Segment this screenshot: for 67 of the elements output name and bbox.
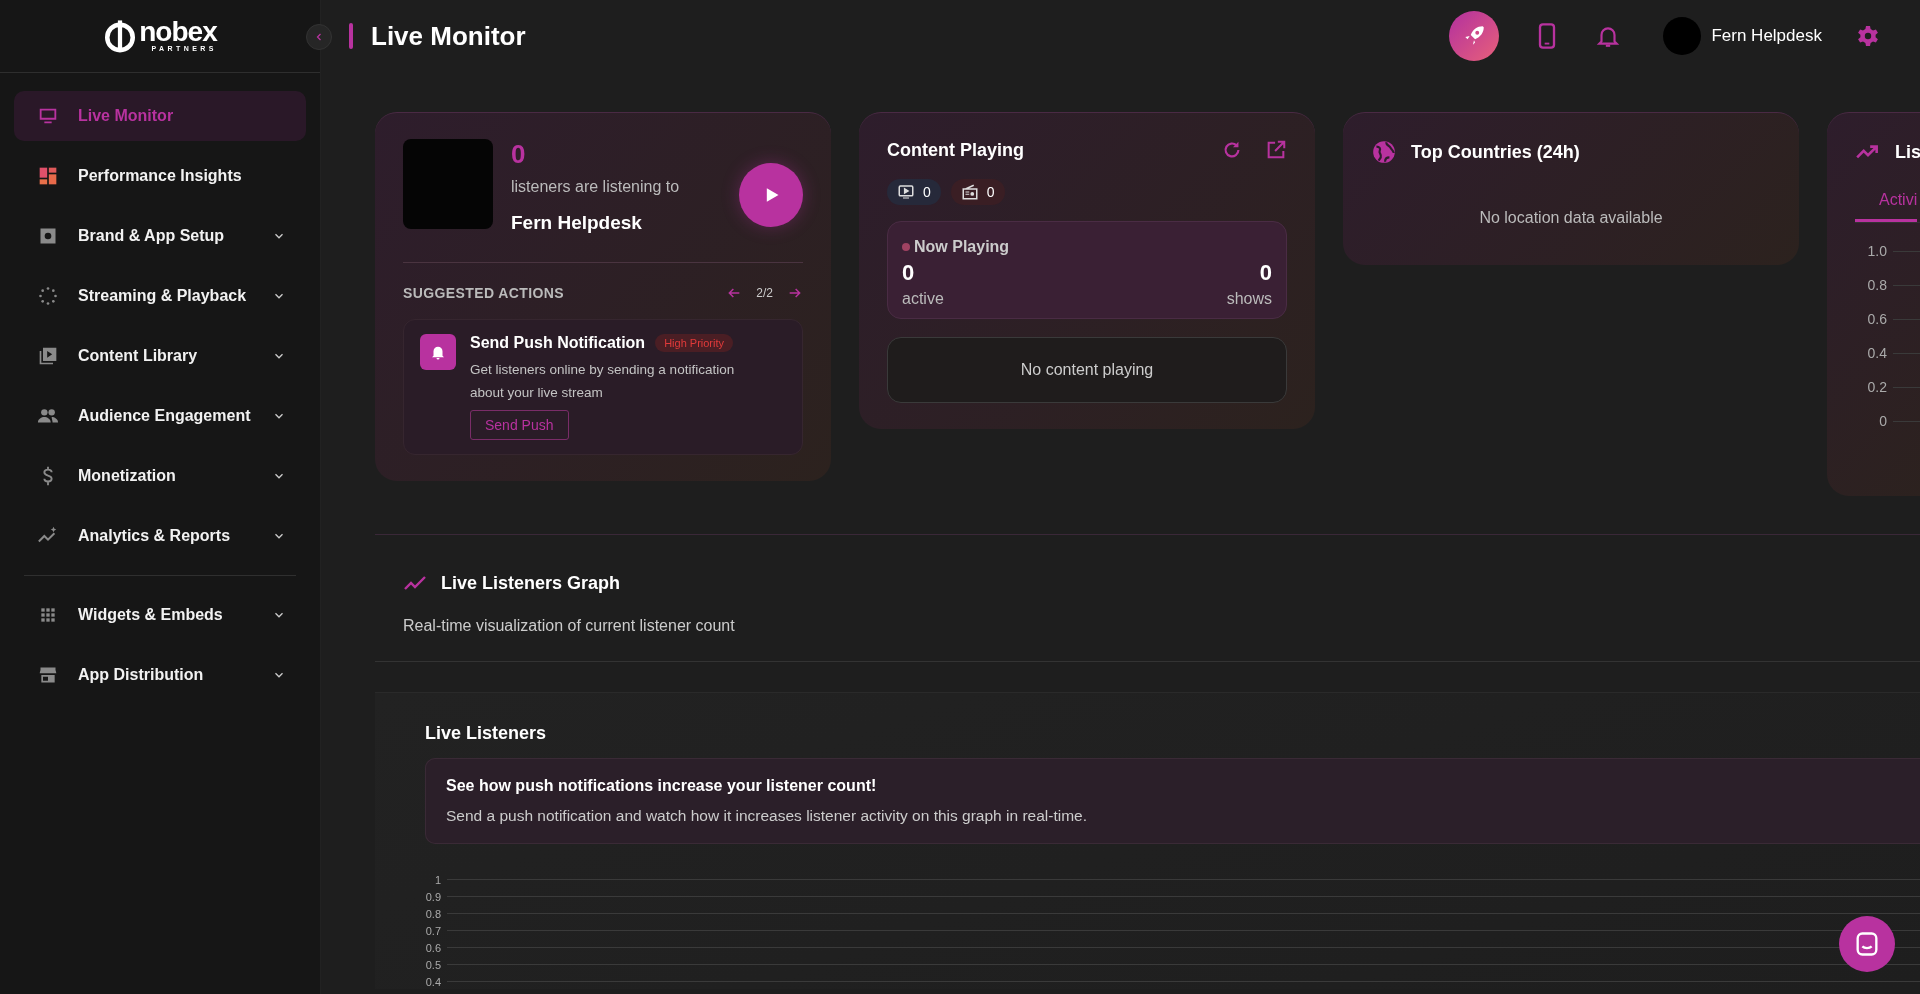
user-menu[interactable]: Fern Helpdesk (1663, 17, 1822, 55)
priority-badge: High Priority (655, 334, 734, 352)
suggested-actions-heading: SUGGESTED ACTIONS (403, 285, 566, 301)
axis-label: 0.2 (1866, 379, 1887, 395)
axis-label: 0.9 (425, 890, 441, 903)
nav-item[interactable]: Audience Engagement (14, 391, 306, 441)
radio-count-chip: 0 (950, 179, 1005, 205)
axis-label: 0 (1878, 413, 1887, 429)
active-count: 0 (902, 260, 916, 286)
external-link-icon (1265, 139, 1287, 161)
nav-item[interactable]: Analytics & Reports (14, 511, 306, 561)
tip-text: Send a push notification and watch how it increases listener activity on this graph in real-time. (446, 807, 1088, 825)
avatar (1663, 17, 1702, 55)
empty-content-message: No content playing (887, 337, 1287, 403)
axis-label: 0.6 (1866, 311, 1887, 327)
shows-label: shows (1226, 290, 1272, 308)
video-library-icon (38, 346, 58, 366)
axis-label: 1 (433, 873, 441, 886)
nav-item[interactable]: Brand & App Setup (14, 211, 306, 261)
axis-label: 0.4 (1866, 345, 1887, 361)
nav-item[interactable]: Streaming & Playback (14, 271, 306, 321)
grid-icon (38, 605, 58, 625)
card-title: Lis (1895, 141, 1920, 163)
play-button[interactable] (739, 163, 803, 227)
axis-label: 0.7 (425, 924, 441, 937)
nav-item[interactable]: Performance Insights (14, 151, 306, 201)
logo-wordmark: nobex (139, 19, 217, 45)
section-subtitle: Real-time visualization of current listener count (403, 617, 736, 635)
action-title: Send Push Notification (470, 334, 646, 352)
nav-item[interactable]: App Distribution (14, 650, 306, 700)
shows-count: 0 (1258, 260, 1272, 286)
axis-label: 0.8 (1866, 277, 1887, 293)
status-dot (902, 243, 910, 251)
nav-item[interactable]: Widgets & Embeds (14, 590, 306, 640)
axis-label: 0.5 (425, 958, 441, 971)
page-title: Live Monitor (371, 20, 527, 52)
tip-title: See how push notifications increase your listener count! (446, 777, 878, 795)
store-icon (38, 665, 58, 685)
empty-location-message: No location data available (1478, 209, 1664, 227)
station-name: Fern Helpdesk (511, 212, 643, 234)
globe-icon (1371, 139, 1397, 165)
now-playing-label: Now Playing (914, 238, 1010, 256)
card-title: Top Countries (24h) (1411, 141, 1581, 163)
section-title: Live Listeners Graph (441, 572, 621, 594)
axis-label: 0.4 (425, 975, 441, 988)
nav-item[interactable]: Monetization (14, 451, 306, 501)
pager-text: 2/2 (756, 286, 773, 300)
settings-icon (1856, 24, 1880, 48)
card-title: Content Playing (887, 139, 1025, 161)
video-count-chip: 0 (887, 179, 941, 205)
listener-count: 0 (511, 139, 527, 170)
action-description: Get listeners online by sending a notification about your live stream (470, 361, 736, 402)
panel-title: Live Listeners (425, 723, 548, 744)
axis-label: 1.0 (1866, 243, 1887, 259)
tv-play-icon (897, 183, 915, 201)
dashboard-icon (38, 166, 58, 186)
listener-caption: listeners are listening to (511, 178, 681, 196)
radio-icon (960, 183, 979, 201)
active-label: active (902, 290, 945, 308)
spinner-icon (38, 286, 58, 306)
axis-label: 0.6 (425, 941, 441, 954)
axis-label: 0.8 (425, 907, 441, 920)
rocket-button[interactable] (1449, 11, 1500, 61)
settings-button[interactable] (1856, 24, 1880, 48)
user-name: Fern Helpdesk (1711, 26, 1822, 46)
nav-item[interactable]: Content Library (14, 331, 306, 381)
open-external-button[interactable] (1265, 139, 1287, 161)
